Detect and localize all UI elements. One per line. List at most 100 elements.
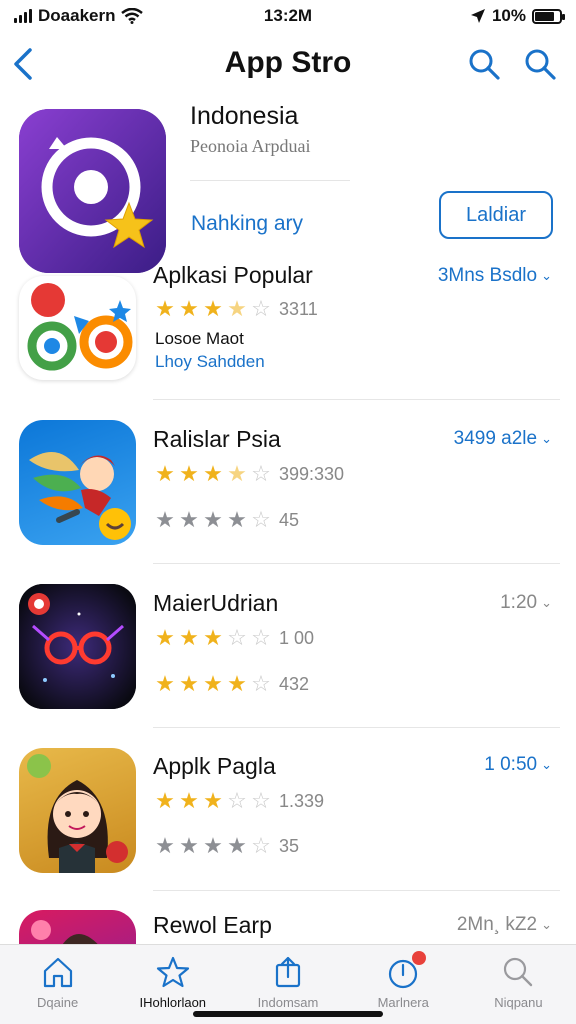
girl-avatar-icon — [27, 754, 128, 873]
star-filled-icon: ★ — [203, 461, 223, 486]
app-meta-label: 1:20 — [500, 592, 538, 613]
tab-label: Dqaine — [37, 995, 79, 1010]
battery-percent: 10% — [491, 6, 526, 25]
tab-search[interactable]: Niqpanu — [461, 945, 576, 1024]
star-empty-icon: ☆ — [251, 625, 271, 650]
app-icon-2[interactable] — [19, 420, 136, 545]
notification-badge — [411, 951, 426, 965]
rating-count: 1 00 — [279, 628, 315, 648]
app-meta[interactable]: 2Mn¸ kZ2 ⌄ — [457, 914, 552, 936]
tab-label: Niqpanu — [494, 995, 543, 1010]
featured-app-name[interactable]: Indonesia — [190, 102, 298, 131]
star-empty-icon: ☆ — [227, 788, 247, 813]
share-icon — [275, 956, 301, 988]
star-filled-icon: ★ — [203, 833, 223, 858]
star-filled-icon: ★ — [203, 296, 223, 321]
star-rating-secondary: ★ ★ ★ ★ ☆ 45 — [153, 509, 299, 531]
app-meta-label: 1 0:50 — [484, 754, 538, 775]
star-rating-secondary: ★ ★ ★ ★ ☆ 35 — [153, 835, 299, 857]
list-item[interactable]: Applk Pagla 1 0:50 ⌄ ★ ★ ★ ☆ ☆ 1.339 ★ ★ ★ ★ ☆ 35 — [0, 748, 576, 898]
tab-label: Indomsam — [257, 995, 319, 1010]
star-empty-icon: ☆ — [251, 461, 271, 486]
camera-star-icon — [19, 109, 166, 273]
app-meta[interactable]: 3499 a2le ⌄ — [454, 428, 552, 450]
app-meta[interactable]: 1 0:50 ⌄ — [484, 754, 552, 776]
star-filled-icon: ★ — [203, 507, 223, 532]
featured-app-icon[interactable] — [19, 109, 166, 273]
divider — [153, 727, 560, 728]
location-arrow-icon — [470, 9, 485, 23]
list-item[interactable]: Ralislar Psia 3499 a2le ⌄ ★ ★ ★ ★ ☆ 399:330 ★ ★… — [0, 420, 576, 570]
list-item[interactable]: Aplkasi Popular 3Mns Bsdlo ⌄ ★ ★ ★ ★ ☆ 3311 Lo… — [0, 262, 576, 402]
search-icon[interactable] — [466, 46, 502, 82]
star-filled-icon: ★ — [155, 788, 175, 813]
star-filled-icon: ★ — [203, 625, 223, 650]
tab-label: IHohlorlaon — [139, 995, 207, 1010]
app-name: Rewol Earp — [153, 912, 272, 938]
status-right: 10% — [470, 6, 565, 26]
chevron-down-icon: ⌄ — [541, 267, 552, 283]
app-name: Aplkasi Popular — [153, 262, 313, 288]
rating-count: 399:330 — [279, 464, 345, 484]
app-icon-1[interactable] — [19, 276, 136, 380]
app-meta-label: 3499 a2le — [453, 428, 538, 449]
chrome-balloon-icon — [27, 283, 133, 371]
star-filled-icon: ★ — [179, 788, 199, 813]
nav-bar: App Stro — [0, 38, 576, 90]
app-name: MaierUdrian — [153, 590, 279, 616]
app-meta[interactable]: 1:20 ⌄ — [500, 592, 552, 614]
star-empty-icon: ☆ — [251, 507, 271, 532]
app-meta-label: 3Mns Bsdlo — [437, 265, 538, 286]
list-item[interactable]: MaierUdrian 1:20 ⌄ ★ ★ ★ ☆ ☆ 1 00 ★ ★ ★ ★ ☆ 432 — [0, 584, 576, 734]
glowing-eyes-icon — [19, 584, 136, 709]
star-half-icon: ★ — [227, 296, 247, 321]
search-icon[interactable] — [522, 46, 558, 82]
app-icon-3[interactable] — [19, 584, 136, 709]
app-icon-4[interactable] — [19, 748, 136, 873]
rating-count: 1.339 — [279, 791, 325, 811]
star-rating: ★ ★ ★ ☆ ☆ 1 00 — [153, 627, 314, 649]
star-filled-icon: ★ — [203, 788, 223, 813]
battery-icon — [532, 8, 565, 24]
get-button[interactable]: Laldiar — [439, 191, 553, 239]
divider — [153, 399, 560, 400]
star-filled-icon: ★ — [155, 625, 175, 650]
star-filled-icon: ★ — [179, 296, 199, 321]
star-filled-icon: ★ — [179, 507, 199, 532]
star-filled-icon: ★ — [179, 833, 199, 858]
chevron-down-icon: ⌄ — [541, 430, 552, 446]
app-meta-label: 2Mn¸ kZ2 — [456, 914, 538, 935]
star-rating: ★ ★ ★ ★ ☆ 399:330 — [153, 463, 344, 485]
battery-fill — [535, 11, 555, 21]
star-filled-icon: ★ — [203, 671, 223, 696]
rating-count: 35 — [279, 836, 300, 856]
app-meta[interactable]: 3Mns Bsdlo ⌄ — [438, 265, 552, 287]
app-name: Applk Pagla — [153, 753, 276, 779]
tab-label: Marlnera — [377, 995, 429, 1010]
search-icon — [504, 957, 533, 987]
home-icon — [43, 957, 72, 988]
star-filled-icon: ★ — [179, 625, 199, 650]
featured-app-subtitle: Peonoia Arpduai — [190, 136, 311, 156]
star-filled-icon: ★ — [155, 296, 175, 321]
star-half-icon: ★ — [227, 461, 247, 486]
star-empty-icon: ☆ — [251, 296, 271, 321]
app-developer: Losoe Maot — [155, 329, 244, 348]
star-filled-icon: ★ — [155, 507, 175, 532]
star-empty-icon: ☆ — [251, 788, 271, 813]
featured-ranking-link[interactable]: Nahking ary — [191, 212, 303, 236]
star-filled-icon: ★ — [227, 671, 247, 696]
tab-today[interactable]: Dqaine — [0, 945, 115, 1024]
divider — [190, 180, 350, 181]
divider — [153, 890, 560, 891]
chevron-down-icon: ⌄ — [541, 594, 552, 610]
chevron-down-icon: ⌄ — [541, 916, 552, 932]
star-filled-icon: ★ — [179, 671, 199, 696]
list-item[interactable]: Rewol Earp 2Mn¸ kZ2 ⌄ — [0, 908, 576, 1024]
rating-count: 45 — [279, 510, 300, 530]
star-filled-icon: ★ — [155, 671, 175, 696]
app-category-link[interactable]: Lhoy Sahdden — [155, 352, 265, 372]
star-empty-icon: ☆ — [251, 671, 271, 696]
star-empty-icon: ☆ — [251, 833, 271, 858]
divider — [153, 563, 560, 564]
